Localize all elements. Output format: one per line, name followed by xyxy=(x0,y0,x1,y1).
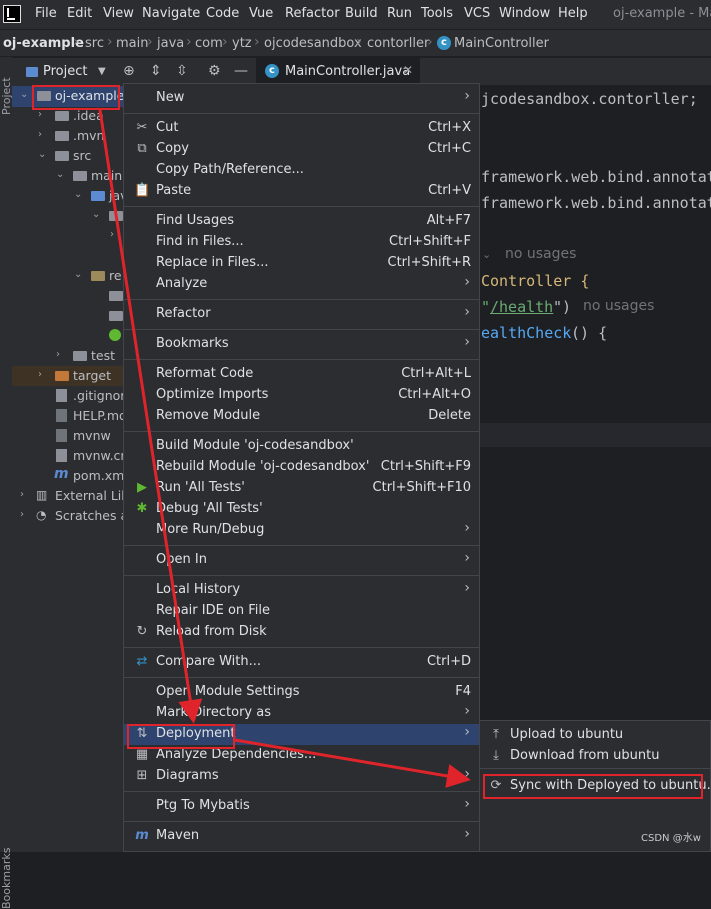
bookmarks-tool-label[interactable]: Bookmarks xyxy=(0,848,13,909)
watermark: CSDN @水w xyxy=(641,833,701,844)
annotation-arrows xyxy=(98,109,471,788)
arrow-to-sync xyxy=(234,738,471,788)
arrow-to-deployment xyxy=(98,109,203,724)
